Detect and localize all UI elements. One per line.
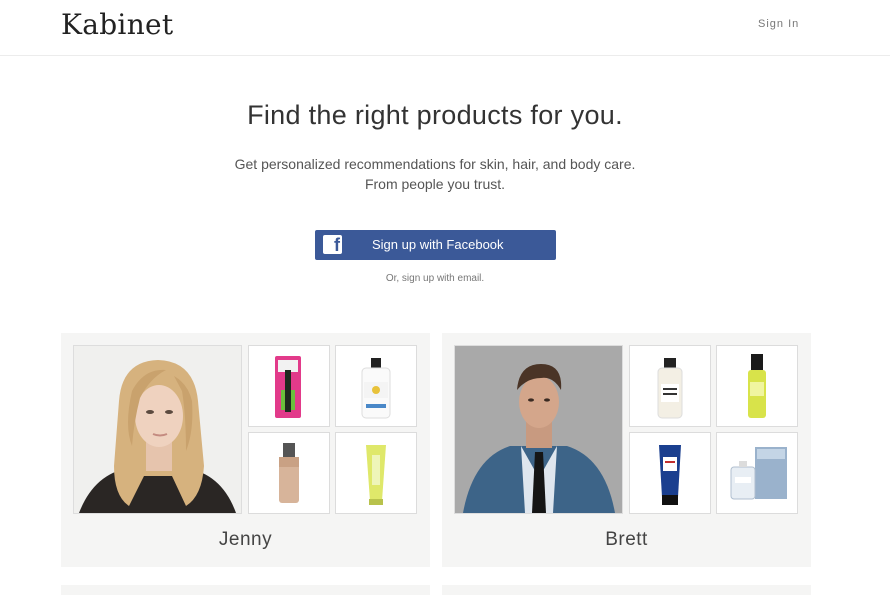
product-tile-lotion-bottle[interactable]: [629, 345, 711, 427]
hero-subtitle-line1: Get personalized recommendations for ski…: [234, 156, 636, 172]
hero-subtitle: Get personalized recommendations for ski…: [0, 154, 870, 194]
hero-title: Find the right products for you.: [247, 100, 623, 130]
facebook-icon: f: [323, 235, 342, 255]
facebook-signup-button[interactable]: f Sign up with Facebook: [315, 230, 556, 260]
site-header: Kabinet Sign In: [0, 0, 890, 56]
sign-in-link[interactable]: Sign In: [758, 18, 799, 30]
product-tile-tube-cream[interactable]: [335, 432, 417, 514]
profile-photo-jenny: [73, 345, 242, 514]
profile-card-next-left[interactable]: [61, 585, 430, 595]
profile-card-jenny[interactable]: Jenny: [61, 333, 430, 567]
profile-card-next-right[interactable]: [442, 585, 811, 595]
product-tile-cologne-box[interactable]: [716, 432, 798, 514]
hero-subtitle-line2: From people you trust.: [364, 176, 506, 192]
product-tile-pump-bottle[interactable]: [716, 345, 798, 427]
profile-name-brett: Brett: [605, 529, 648, 550]
site-logo[interactable]: Kabinet: [61, 8, 173, 41]
facebook-signup-label: Sign up with Facebook: [372, 237, 504, 252]
email-signup-link[interactable]: Or, sign up with email.: [0, 273, 870, 284]
product-tile-foundation[interactable]: [248, 432, 330, 514]
product-tile-mascara[interactable]: [248, 345, 330, 427]
profile-card-brett[interactable]: Brett: [442, 333, 811, 567]
profile-name-jenny: Jenny: [218, 529, 273, 550]
product-tile-face-lotion[interactable]: [335, 345, 417, 427]
profile-photo-brett: [454, 345, 623, 514]
product-tile-blue-tube[interactable]: [629, 432, 711, 514]
